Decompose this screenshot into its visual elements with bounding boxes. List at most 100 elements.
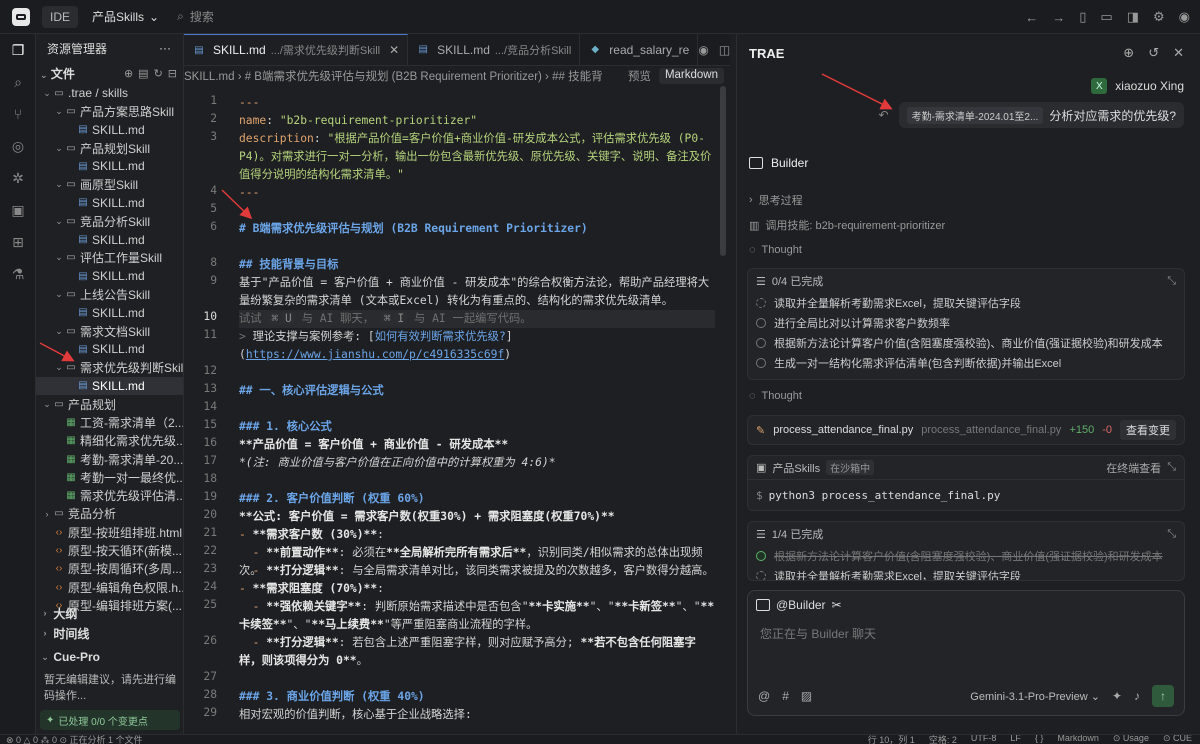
remote-icon[interactable]: ▣ xyxy=(0,194,36,226)
tree-item[interactable]: ⌄ ▭ 产品规划 xyxy=(36,395,183,413)
new-file-icon[interactable]: ⊕ xyxy=(124,67,133,80)
tree-item[interactable]: ▦ 精细化需求优先级... xyxy=(36,432,183,450)
new-folder-icon[interactable]: ▤ xyxy=(138,67,148,80)
tab-skill-md-priority[interactable]: ▤ SKILL.md .../需求优先级判断Skill ✕ xyxy=(184,34,409,65)
chat-input-box[interactable]: @Builder ✂ 您正在与 Builder 聊天 @ # ▨ Gemini-3… xyxy=(747,590,1185,716)
thought-row-2[interactable]: ◌ Thought xyxy=(749,390,802,402)
global-search[interactable]: ⌕ 搜索 xyxy=(177,8,214,25)
collapse-icon[interactable]: ⤡ xyxy=(1167,528,1176,541)
tree-item[interactable]: ▤ SKILL.md xyxy=(36,376,183,396)
file-change-row[interactable]: ✎ process_attendance_final.py process_atte… xyxy=(748,416,1184,444)
thinking-toggle[interactable]: › 思考过程 xyxy=(749,192,803,208)
tree-item[interactable]: ▦ 考勤-需求清单-20... xyxy=(36,450,183,468)
tree-item[interactable]: ▤ SKILL.md xyxy=(36,267,183,285)
source-control-icon[interactable]: ⑂ xyxy=(0,98,36,130)
tree-item[interactable]: ▤ SKILL.md xyxy=(36,194,183,212)
close-icon[interactable]: ✕ xyxy=(389,43,399,57)
indentation[interactable]: 空格: 2 xyxy=(929,735,957,744)
explorer-icon[interactable]: ❐ xyxy=(0,34,36,66)
tree-item[interactable]: ▦ 工资-需求清单（2... xyxy=(36,413,183,431)
thought-row[interactable]: ◌ Thought xyxy=(749,244,802,256)
encoding[interactable]: UTF-8 xyxy=(971,735,997,744)
line-ending[interactable]: LF xyxy=(1010,735,1021,744)
markdown-mode-button[interactable]: Markdown xyxy=(658,68,724,84)
microphone-icon[interactable]: ♪ xyxy=(1134,689,1140,703)
toggle-sidebar-icon[interactable]: ▯ xyxy=(1079,9,1086,25)
cursor-position[interactable]: 行 10，列 1 xyxy=(868,735,915,744)
tree-item[interactable]: ‹› 原型-按天循环(新模... xyxy=(36,541,183,559)
tree-item[interactable]: ⌄ ▭ 需求文档Skill xyxy=(36,322,183,340)
view-changes-button[interactable]: 查看变更 xyxy=(1120,420,1176,440)
tab-skill-md-competitor[interactable]: ▤ SKILL.md .../竞品分析Skill xyxy=(408,34,581,65)
attachment-chip[interactable]: 考勤-需求清单-2024.01至2... xyxy=(906,106,1044,124)
hashtag-icon[interactable]: # xyxy=(782,689,789,703)
undo-icon[interactable]: ↶ xyxy=(879,108,889,122)
usage[interactable]: ⊙ Usage xyxy=(1113,735,1149,744)
tree-item[interactable]: ▤ SKILL.md xyxy=(36,157,183,175)
ide-mode-button[interactable]: IDE xyxy=(42,5,79,28)
agent-selector[interactable]: @Builder ✂ xyxy=(748,591,1184,619)
collapse-icon[interactable]: ⤡ xyxy=(1167,461,1176,474)
extensions-icon[interactable]: ⊞ xyxy=(0,226,36,258)
eye-icon[interactable]: ◎ xyxy=(0,130,36,162)
sandbox-badge[interactable]: 在沙箱中 xyxy=(826,460,875,475)
mention-icon[interactable]: @ xyxy=(758,689,770,703)
tree-item[interactable]: ‹› 原型-按班组排班.html xyxy=(36,523,183,541)
tools-icon[interactable]: ✂ xyxy=(832,598,842,612)
status-left[interactable]: ⊗ 0 △ 0 ⁂ 0 ⊙ 正在分析 1 个文件 xyxy=(6,735,143,744)
chat-input-placeholder[interactable]: 您正在与 Builder 聊天 xyxy=(748,619,1184,648)
tree-item[interactable]: › ▭ 竞品分析 xyxy=(36,505,183,523)
image-icon[interactable]: ▨ xyxy=(801,689,812,703)
tree-item[interactable]: ▤ SKILL.md xyxy=(36,304,183,322)
tab-read-salary[interactable]: ◆ read_salary_re xyxy=(580,34,699,65)
brackets[interactable]: { } xyxy=(1035,735,1044,744)
sparkle-icon[interactable]: ✦ xyxy=(1112,689,1122,703)
tree-item[interactable]: ⌄ ▭ .trae / skills xyxy=(36,84,183,102)
tree-item[interactable]: ⌄ ▭ 上线公告Skill xyxy=(36,285,183,303)
history-icon[interactable]: ↺ xyxy=(1148,45,1159,61)
collapse-icon[interactable]: ⤡ xyxy=(1167,275,1176,288)
language-mode[interactable]: Markdown xyxy=(1057,735,1099,744)
tree-item[interactable]: ‹› 原型-编辑角色权限.h... xyxy=(36,578,183,596)
forward-arrow-icon[interactable]: → xyxy=(1052,10,1065,25)
open-in-terminal-link[interactable]: 在终端查看 xyxy=(1106,460,1161,476)
avatar-icon[interactable]: ◉ xyxy=(1179,9,1190,25)
more-icon[interactable]: ··· xyxy=(159,41,171,55)
tree-item[interactable]: ⌄ ▭ 竞品分析Skill xyxy=(36,212,183,230)
search-view-icon[interactable]: ⌕ xyxy=(0,66,36,98)
outline-section[interactable]: › 大纲 xyxy=(36,602,78,624)
tree-item[interactable]: ⌄ ▭ 需求优先级判断Skill xyxy=(36,358,183,376)
toggle-panel-icon[interactable]: ▭ xyxy=(1100,9,1112,25)
toggle-right-panel-icon[interactable]: ◨ xyxy=(1127,9,1139,25)
gear-icon[interactable]: ⚙ xyxy=(1153,9,1165,25)
send-button[interactable]: ↑ xyxy=(1152,685,1174,707)
files-section-header[interactable]: ⌄ 文件 ⊕ ▤ ↻ ⊟ xyxy=(36,62,183,84)
editor-scrollbar[interactable] xyxy=(720,86,726,256)
collapse-icon[interactable]: ⊟ xyxy=(168,67,177,80)
split-editor-icon[interactable]: ◫ xyxy=(719,43,730,57)
tree-item[interactable]: ▦ 考勤一对一最终优... xyxy=(36,468,183,486)
debug-icon[interactable]: ✲ xyxy=(0,162,36,194)
new-chat-icon[interactable]: ⊕ xyxy=(1123,45,1134,61)
tree-item[interactable]: ⌄ ▭ 画原型Skill xyxy=(36,175,183,193)
close-icon[interactable]: ✕ xyxy=(1173,45,1184,61)
tree-item[interactable]: ▤ SKILL.md xyxy=(36,121,183,139)
cue-pro-header[interactable]: ⌄ Cue-Pro xyxy=(36,646,184,668)
code-editor[interactable]: 1 --- 2 name: "b2b-requirement-prioritiz… xyxy=(184,88,720,738)
tree-item[interactable]: ▦ 需求优先级评估清... xyxy=(36,487,183,505)
model-selector[interactable]: Gemini-3.1-Pro-Preview ⌄ xyxy=(970,690,1100,703)
cue-status[interactable]: ⊙ CUE xyxy=(1163,735,1192,744)
tree-item[interactable]: ▤ SKILL.md xyxy=(36,340,183,358)
project-switcher[interactable]: 产品Skills ⌄ xyxy=(92,8,159,25)
tree-item[interactable]: ▤ SKILL.md xyxy=(36,230,183,248)
tree-item[interactable]: ⌄ ▭ 产品规划Skill xyxy=(36,139,183,157)
back-arrow-icon[interactable]: ← xyxy=(1025,10,1038,25)
preview-eye-icon[interactable]: ◉ xyxy=(698,43,708,57)
flask-icon[interactable]: ⚗ xyxy=(0,258,36,290)
preview-button[interactable]: 预览 xyxy=(628,68,651,84)
timeline-section[interactable]: › 时间线 xyxy=(36,622,90,644)
tree-item[interactable]: ⌄ ▭ 产品方案思路Skill xyxy=(36,102,183,120)
refresh-icon[interactable]: ↻ xyxy=(154,67,163,80)
tree-item[interactable]: ⌄ ▭ 评估工作量Skill xyxy=(36,249,183,267)
tree-item[interactable]: ‹› 原型-按周循环(多周... xyxy=(36,560,183,578)
